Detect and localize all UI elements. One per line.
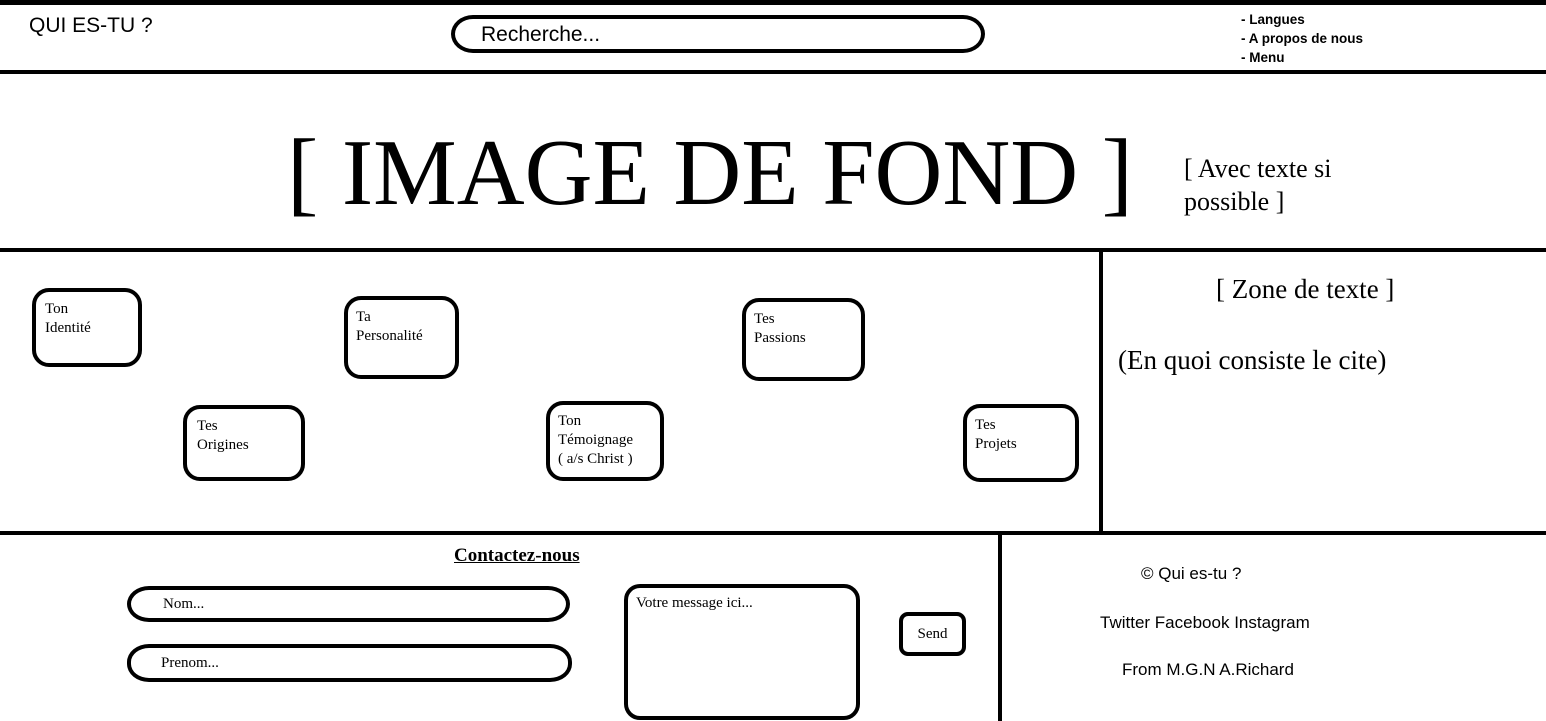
contact-title: Contactez-nous [454,545,580,566]
hero-subtitle: [ Avec texte si possible ] [1184,154,1332,216]
author-credit: From M.G.N A.Richard [1122,660,1294,679]
category-passions[interactable]: Tes Passions [742,298,865,381]
send-button[interactable]: Send [899,612,966,656]
category-projets[interactable]: Tes Projets [963,404,1079,482]
category-identite[interactable]: Ton Identité [32,288,142,367]
menu-item-menu[interactable]: - Menu [1241,48,1363,67]
category-origines[interactable]: Tes Origines [183,405,305,481]
copyright-text: © Qui es-tu ? [1141,564,1242,583]
header-divider [0,70,1546,74]
category-temoignage[interactable]: Ton Témoignage ( a/s Christ ) [546,401,664,481]
menu-item-langues[interactable]: - Langues [1241,10,1363,29]
text-zone-title: [ Zone de texte ] [1216,274,1395,304]
categories-vertical-divider [1099,252,1103,534]
top-border [0,0,1546,5]
instagram-link[interactable]: Instagram [1234,613,1310,632]
firstname-input[interactable] [127,644,572,682]
social-links: Twitter Facebook Instagram [1100,613,1310,633]
footer-vertical-divider [998,535,1002,721]
text-zone-body: (En quoi consiste le cite) [1118,345,1387,375]
name-input[interactable] [127,586,570,622]
hero-title: [ IMAGE DE FOND ] [287,121,1133,225]
site-logo-text[interactable]: QUI ES-TU ? [29,14,153,38]
search-input[interactable] [451,15,985,53]
categories-divider [0,531,1546,535]
hero-divider [0,248,1546,252]
menu-item-a-propos[interactable]: - A propos de nous [1241,29,1363,48]
twitter-link[interactable]: Twitter [1100,613,1150,632]
facebook-link[interactable]: Facebook [1155,613,1230,632]
category-personalite[interactable]: Ta Personalité [344,296,459,379]
message-textarea[interactable] [624,584,860,720]
top-menu: - Langues - A propos de nous - Menu [1241,10,1363,67]
